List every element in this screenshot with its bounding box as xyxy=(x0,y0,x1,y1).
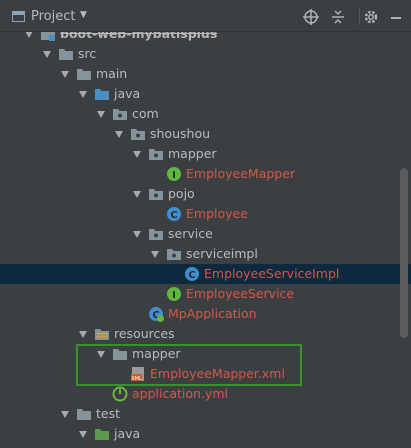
tree-item-test-source-folder[interactable]: java xyxy=(0,424,411,444)
svg-text:C: C xyxy=(188,270,195,281)
tree-item-package[interactable]: service xyxy=(0,224,411,244)
svg-text:I: I xyxy=(172,170,176,181)
tree-item-package[interactable]: mapper xyxy=(0,144,411,164)
tree-item-label: EmployeeServiceImpl xyxy=(204,266,340,281)
expand-arrow-icon[interactable] xyxy=(61,71,69,78)
tree-item-folder[interactable]: mapper xyxy=(0,344,411,364)
tree-item-package[interactable]: serviceimpl xyxy=(0,244,411,264)
tree-item-label: test xyxy=(96,406,121,421)
expand-arrow-icon[interactable] xyxy=(151,251,159,258)
tree-item-source-folder[interactable]: java xyxy=(0,84,411,104)
svg-text:C: C xyxy=(170,210,177,221)
tree-item-spring-boot-class[interactable]: C MpApplication xyxy=(0,304,411,324)
folder-icon xyxy=(59,49,73,60)
folder-icon xyxy=(113,349,127,360)
collapse-all-icon[interactable] xyxy=(330,9,346,25)
class-icon: C xyxy=(185,267,199,281)
expand-arrow-icon[interactable] xyxy=(79,91,87,98)
svg-text:I: I xyxy=(172,290,176,301)
tree-item-module[interactable]: boot-web-mybatisplus xyxy=(0,32,411,44)
gear-icon[interactable] xyxy=(363,9,379,25)
tree-item-label: src xyxy=(78,46,97,61)
tree-item-label: EmployeeMapper.xml xyxy=(150,366,285,381)
tree-item-interface[interactable]: I EmployeeMapper xyxy=(0,164,411,184)
interface-icon: I xyxy=(167,167,181,181)
tree-item-label: resources xyxy=(114,326,175,341)
class-icon: C xyxy=(167,207,181,221)
interface-icon: I xyxy=(167,287,181,301)
folder-icon xyxy=(77,409,91,420)
tree-item-label: boot-web-mybatisplus xyxy=(60,32,218,41)
tree-item-label: serviceimpl xyxy=(186,246,258,261)
tree-item-class-selected[interactable]: C EmployeeServiceImpl xyxy=(0,264,411,284)
tree-item-package[interactable]: pojo xyxy=(0,184,411,204)
tree-item-folder[interactable]: src xyxy=(0,44,411,64)
tree-item-class[interactable]: C Employee xyxy=(0,204,411,224)
project-icon xyxy=(12,11,25,22)
tree-item-label: mapper xyxy=(132,346,181,361)
folder-icon xyxy=(77,69,91,80)
tree-item-label: EmployeeService xyxy=(186,286,295,301)
expand-arrow-icon[interactable] xyxy=(115,131,123,138)
tree-item-label: java xyxy=(114,426,141,441)
tree-item-xml-file[interactable]: XML EmployeeMapper.xml xyxy=(0,364,411,384)
target-icon[interactable] xyxy=(303,9,319,25)
svg-text:XML: XML xyxy=(131,376,142,382)
tree-item-folder[interactable]: main xyxy=(0,64,411,84)
tree-item-package[interactable]: com xyxy=(0,104,411,124)
tree-item-label: EmployeeMapper xyxy=(186,166,296,181)
expand-arrow-icon[interactable] xyxy=(61,411,69,418)
resources-folder-icon xyxy=(95,329,109,340)
tree-item-label: pojo xyxy=(168,186,195,201)
package-icon xyxy=(167,249,181,260)
tree-item-folder[interactable]: test xyxy=(0,404,411,424)
expand-arrow-icon[interactable] xyxy=(79,431,87,438)
source-folder-icon xyxy=(95,89,109,100)
tree-item-label: application.yml xyxy=(132,386,228,401)
package-icon xyxy=(149,229,163,240)
tree-item-label: shoushou xyxy=(150,126,211,141)
expand-arrow-icon[interactable] xyxy=(97,111,105,118)
tree-item-package[interactable]: shoushou xyxy=(0,124,411,144)
tree-item-label: service xyxy=(168,226,213,241)
xml-file-icon: XML xyxy=(131,367,144,382)
package-icon xyxy=(149,149,163,160)
expand-arrow-icon[interactable] xyxy=(133,231,141,238)
spring-boot-class-icon: C xyxy=(149,307,164,322)
expand-arrow-icon[interactable] xyxy=(25,32,33,38)
tree-item-yml-file[interactable]: application.yml xyxy=(0,384,411,404)
hide-icon[interactable] xyxy=(388,9,404,25)
expand-arrow-icon[interactable] xyxy=(79,331,87,338)
tree-item-label: java xyxy=(114,86,141,101)
vertical-scrollbar[interactable] xyxy=(400,168,408,338)
expand-arrow-icon[interactable] xyxy=(133,151,141,158)
tool-window-title[interactable]: Project xyxy=(31,9,75,24)
toolbar-separator xyxy=(359,8,360,25)
package-icon xyxy=(131,129,145,140)
chevron-down-icon[interactable]: ▼ xyxy=(80,10,87,20)
expand-arrow-icon[interactable] xyxy=(43,51,51,58)
module-folder-icon xyxy=(41,32,55,41)
project-tool-window-header: Project ▼ xyxy=(0,0,411,32)
tree-item-resources-folder[interactable]: resources xyxy=(0,324,411,344)
test-source-folder-icon xyxy=(95,429,109,440)
tree-item-label: Employee xyxy=(186,206,248,221)
tree-item-label: com xyxy=(132,106,159,121)
package-icon xyxy=(149,189,163,200)
expand-arrow-icon[interactable] xyxy=(133,191,141,198)
tree-item-interface[interactable]: I EmployeeService xyxy=(0,284,411,304)
package-icon xyxy=(113,109,127,120)
expand-arrow-icon[interactable] xyxy=(97,351,105,358)
tree-item-label: MpApplication xyxy=(168,306,257,321)
project-tree[interactable]: boot-web-mybatisplus src main java com s… xyxy=(0,32,411,448)
tree-item-label: main xyxy=(96,66,128,81)
yml-file-icon xyxy=(112,386,128,402)
tree-item-label: mapper xyxy=(168,146,217,161)
